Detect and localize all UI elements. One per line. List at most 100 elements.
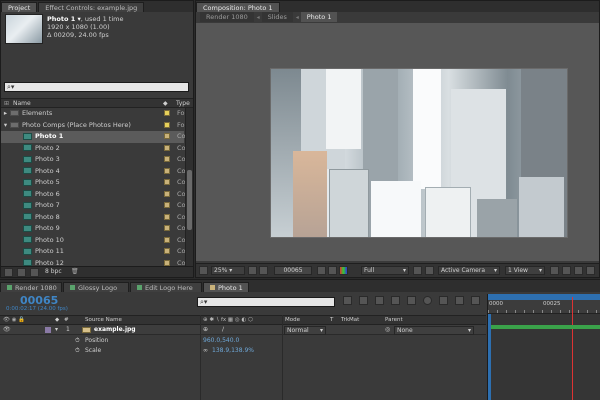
mode-header[interactable]: Mode — [285, 316, 300, 325]
show-snapshot-icon[interactable] — [328, 266, 337, 275]
tab-project[interactable]: Project — [1, 2, 38, 12]
color-channel-icon[interactable] — [339, 266, 348, 275]
toggle-pixel-aspect-icon[interactable] — [550, 266, 559, 275]
transparency-grid-icon[interactable] — [425, 266, 434, 275]
layer-name[interactable]: example.jpg — [94, 325, 136, 335]
bit-depth-button[interactable]: 8 bpc — [45, 267, 62, 277]
list-item[interactable]: Photo 2 Co — [1, 143, 186, 155]
graph-editor-icon[interactable] — [455, 296, 464, 305]
flowchart-tab-render-1080[interactable]: Render 1080 — [200, 12, 254, 22]
region-of-interest-icon[interactable] — [413, 266, 422, 275]
tab-photo-1[interactable]: Photo 1 — [203, 282, 249, 292]
property-row-scale[interactable]: ⏱ Scale ∞ 138.9,138.9% — [0, 346, 486, 356]
label-color[interactable] — [164, 179, 170, 185]
list-item[interactable]: ▾ Photo Comps (Place Photos Here) Fo — [1, 120, 185, 132]
parent-header[interactable]: Parent — [385, 316, 403, 325]
composition-frame[interactable] — [270, 68, 568, 238]
property-row-position[interactable]: ⏱ Position 960.0,540.0 — [0, 336, 486, 346]
label-color[interactable] — [164, 110, 170, 116]
property-value[interactable]: 138.9,138.9% — [212, 346, 254, 356]
resolution-dropdown[interactable]: Full ▾ — [361, 266, 409, 275]
flowchart-tab-slides[interactable]: Slides — [261, 12, 293, 22]
trkmat-header[interactable]: TrkMat — [341, 316, 359, 325]
project-search-input[interactable]: ⌕▾ — [4, 82, 189, 92]
time-ruler[interactable]: 0000 00025 — [488, 300, 600, 314]
list-item[interactable]: Photo 5 Co — [1, 177, 186, 189]
layer-row[interactable]: 👁 ▾ 1 example.jpg ⊕ ∕ Normal ▾ ◎ None ▾ — [0, 325, 486, 335]
stopwatch-icon[interactable]: ⏱ — [75, 336, 80, 346]
label-color[interactable] — [164, 167, 170, 174]
new-folder-icon[interactable] — [17, 268, 26, 277]
scrollbar-thumb[interactable] — [187, 170, 192, 230]
new-composition-icon[interactable] — [30, 268, 39, 277]
label-color[interactable] — [164, 121, 170, 128]
safe-zones-icon[interactable] — [248, 266, 257, 275]
list-item[interactable]: Photo 10 Co — [1, 235, 186, 247]
label-color[interactable] — [164, 248, 170, 254]
list-item[interactable]: Photo 3 Co — [1, 154, 186, 166]
flowchart-icon[interactable] — [586, 266, 595, 275]
column-type-header[interactable]: Type — [176, 99, 190, 108]
list-item[interactable]: ▸ Elements Fo — [1, 108, 185, 120]
grid-icon[interactable] — [259, 266, 268, 275]
trash-icon[interactable]: 🗑 — [71, 267, 79, 277]
parent-dropdown[interactable]: None ▾ — [394, 326, 474, 335]
composition-viewer[interactable] — [196, 23, 599, 261]
current-time-field[interactable]: 00065 — [274, 266, 312, 275]
project-scrollbar[interactable] — [185, 108, 193, 268]
fast-previews-icon[interactable] — [562, 266, 571, 275]
motion-blur-icon[interactable] — [423, 296, 432, 305]
label-column-icon[interactable]: ◆ — [163, 99, 168, 108]
shy-layers-icon[interactable] — [391, 296, 400, 305]
tab-effect-controls[interactable]: Effect Controls: example.jpg — [38, 2, 145, 12]
frame-blending-icon[interactable] — [407, 296, 416, 305]
mode-dropdown[interactable]: Normal ▾ — [284, 326, 326, 335]
list-item[interactable]: Photo 6 Co — [1, 189, 186, 201]
stopwatch-icon[interactable]: ⏱ — [75, 346, 80, 356]
list-item[interactable]: Photo 1 Co — [1, 131, 186, 143]
timeline-icon[interactable] — [574, 266, 583, 275]
current-time-indicator[interactable] — [572, 297, 573, 400]
twirl-arrow-icon[interactable]: ▾ — [55, 325, 58, 335]
tab-edit-logo-here[interactable]: Edit Logo Here — [130, 282, 202, 292]
list-item[interactable]: Photo 8 Co — [1, 212, 186, 224]
label-color[interactable] — [164, 190, 170, 197]
eye-icon[interactable]: 👁 — [3, 325, 11, 335]
list-item[interactable]: Photo 4 Co — [1, 166, 186, 178]
source-name-header[interactable]: Source Name — [85, 316, 122, 325]
expand-arrow-icon[interactable]: ▸ — [1, 108, 10, 119]
quality-switch-icon[interactable]: ∕ — [222, 325, 224, 335]
always-preview-icon[interactable] — [199, 266, 208, 275]
magnification-dropdown[interactable]: 25% ▾ — [211, 266, 245, 275]
draft-3d-icon[interactable] — [375, 296, 384, 305]
parent-pickwhip-icon[interactable]: ◎ — [385, 325, 390, 335]
label-color[interactable] — [164, 144, 170, 151]
snapshot-icon[interactable] — [317, 266, 326, 275]
column-name-header[interactable]: Name — [13, 99, 31, 108]
timeline-search-input[interactable]: ⌕▾ — [197, 297, 335, 307]
live-update-icon[interactable] — [471, 296, 480, 305]
layer-duration-bar[interactable] — [488, 325, 600, 329]
label-color[interactable] — [164, 236, 170, 243]
list-item[interactable]: Photo 7 Co — [1, 200, 186, 212]
layer-label-color[interactable] — [45, 327, 51, 333]
label-color[interactable] — [164, 225, 170, 231]
tab-glossy-logo[interactable]: Glossy Logo — [63, 282, 129, 292]
t-header[interactable]: T — [330, 316, 333, 325]
time-graph[interactable]: 0000 00025 — [487, 294, 600, 400]
list-item[interactable]: Photo 11 Co — [1, 246, 186, 258]
camera-dropdown[interactable]: Active Camera ▾ — [438, 266, 500, 275]
constrain-proportions-icon[interactable]: ∞ — [203, 346, 208, 356]
sort-icon[interactable]: ⊞ — [4, 99, 9, 108]
mini-flowchart-icon[interactable] — [343, 296, 352, 305]
expand-arrow-icon[interactable]: ▾ — [1, 120, 10, 131]
label-color[interactable] — [164, 202, 170, 208]
property-value[interactable]: 960.0,540.0 — [203, 336, 239, 346]
collapse-switch-icon[interactable]: ⊕ — [203, 325, 208, 335]
label-color[interactable] — [164, 259, 170, 266]
label-color[interactable] — [164, 133, 170, 139]
view-layout-dropdown[interactable]: 1 View ▾ — [505, 266, 545, 275]
interpret-footage-icon[interactable] — [4, 268, 13, 277]
label-color[interactable] — [164, 156, 170, 162]
brainstorm-icon[interactable] — [439, 296, 448, 305]
